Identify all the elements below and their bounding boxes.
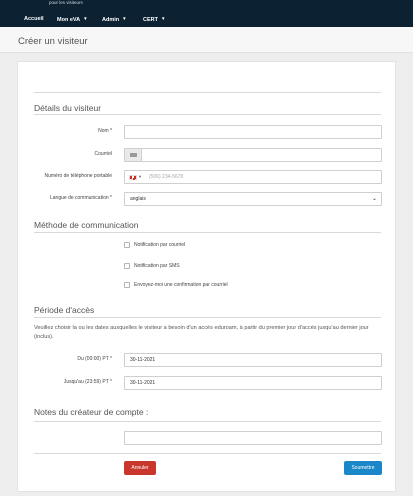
email-label: Courriel <box>94 151 112 157</box>
email-confirmation-label: Envoyez-moi une confirmation par courrie… <box>134 282 228 288</box>
divider <box>34 232 381 233</box>
access-period-description: Veuillez choisir la ou les dates auxquel… <box>34 325 369 340</box>
page-title: Créer un visiteur <box>18 36 88 47</box>
nav-cert-label: CERT <box>143 17 158 23</box>
email-notification-checkbox[interactable] <box>124 242 130 248</box>
from-date-label: Du (00:00) PT * <box>77 356 112 362</box>
notes-field[interactable] <box>124 431 382 445</box>
envelope-icon <box>130 153 137 157</box>
phone-placeholder: (506) 234-5678 <box>149 174 184 180</box>
phone-label: Numéro de téléphone portable <box>44 173 112 179</box>
visitor-form: Détails du visiteur Nom * Courriel Numér… <box>17 61 396 492</box>
top-navbar: pour les visiteurs Accueil Mon eVA ▼ Admi… <box>0 0 413 27</box>
sms-notification-checkbox[interactable] <box>124 263 130 269</box>
sms-notification-label: Notification par SMS <box>134 263 180 269</box>
divider <box>34 453 381 454</box>
access-period-heading: Période d'accès <box>34 305 95 315</box>
nav-mon-eva[interactable]: Mon eVA ▼ <box>57 13 88 26</box>
language-select[interactable]: anglais ⌄ <box>124 192 382 206</box>
to-date-label: Jusqu'au (23:59) PT * <box>63 379 112 385</box>
divider <box>34 114 381 115</box>
language-value: anglais <box>130 196 146 202</box>
nav-accueil[interactable]: Accueil <box>24 13 44 25</box>
chevron-down-icon: ▼ <box>138 174 142 179</box>
phone-field[interactable]: ▼ (506) 234-5678 <box>124 170 382 184</box>
name-label: Nom * <box>98 128 112 134</box>
main-nav: Accueil Mon eVA ▼ Admin ▼ CERT ▼ <box>0 13 413 25</box>
language-label: Langue de communication * <box>50 195 112 201</box>
divider <box>34 421 381 422</box>
email-notification-label: Notification par courriel <box>134 242 186 248</box>
email-confirmation-checkbox[interactable] <box>124 282 130 288</box>
from-date-value: 30-11-2021 <box>130 357 156 363</box>
notes-heading: Notes du créateur de compte : <box>34 407 149 417</box>
to-date-value: 30-11-2021 <box>130 380 156 386</box>
to-date-field[interactable]: 30-11-2021 <box>124 376 382 390</box>
chevron-down-icon: ⌄ <box>371 196 377 202</box>
nav-admin[interactable]: Admin ▼ <box>102 13 127 26</box>
chevron-down-icon: ▼ <box>83 16 88 21</box>
email-field[interactable] <box>124 148 382 162</box>
email-addon <box>125 149 142 161</box>
chevron-down-icon: ▼ <box>122 16 127 21</box>
canada-flag-icon[interactable] <box>129 175 137 180</box>
visitor-details-heading: Détails du visiteur <box>34 103 102 113</box>
from-date-field[interactable]: 30-11-2021 <box>124 353 382 367</box>
nav-cert[interactable]: CERT ▼ <box>143 13 165 26</box>
title-band: Créer un visiteur <box>0 27 413 53</box>
brand-subtitle: pour les visiteurs <box>49 0 83 5</box>
communication-heading: Méthode de communication <box>34 220 139 230</box>
cancel-button[interactable]: Annuler <box>124 461 156 475</box>
nav-accueil-label: Accueil <box>24 16 44 22</box>
nav-admin-label: Admin <box>102 17 120 23</box>
divider <box>34 317 381 318</box>
chevron-down-icon: ▼ <box>160 16 166 21</box>
nav-mon-eva-label: Mon eVA <box>57 17 81 23</box>
submit-button[interactable]: Soumettre <box>344 461 382 475</box>
name-field[interactable] <box>124 125 382 139</box>
divider <box>34 92 381 93</box>
